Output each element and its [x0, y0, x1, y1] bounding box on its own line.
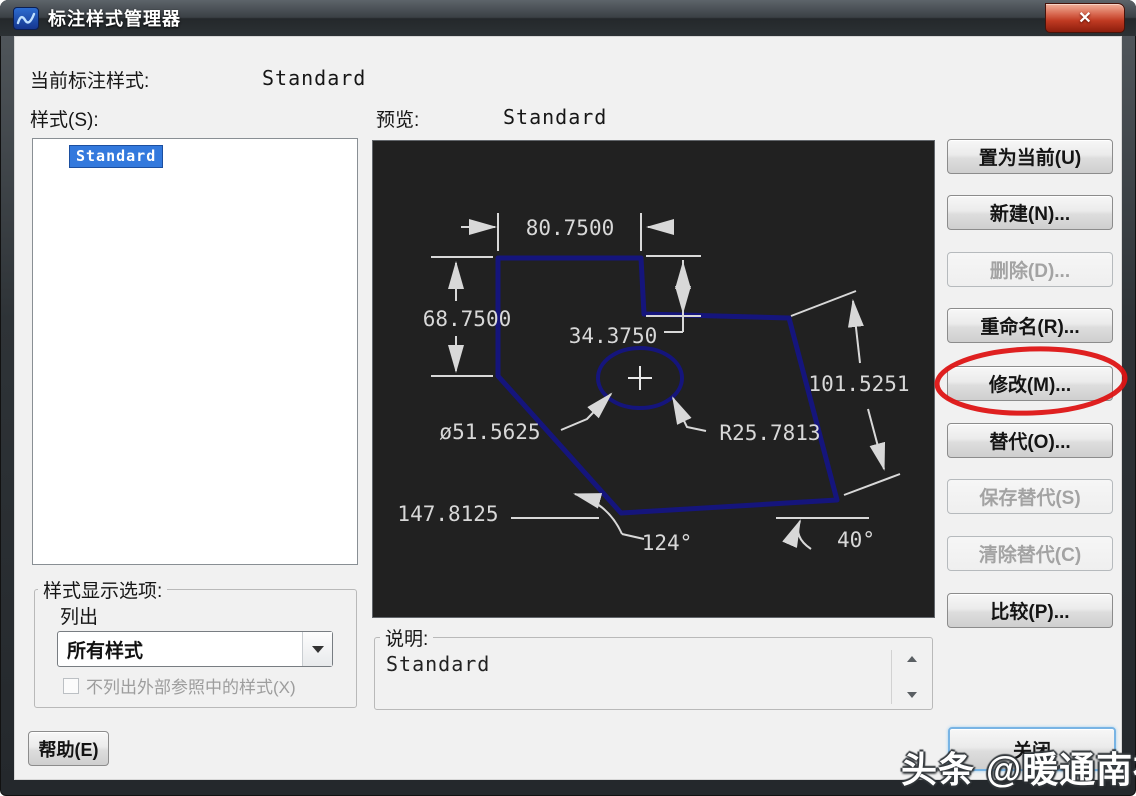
style-list[interactable]: Standard [32, 138, 358, 565]
scroll-down-icon[interactable] [907, 692, 917, 698]
scroll-up-icon[interactable] [907, 656, 917, 662]
window-title: 标注样式管理器 [48, 5, 181, 31]
hide-xref-styles-checkbox [63, 678, 79, 694]
styles-label: 样式(S): [30, 105, 99, 132]
style-list-item-standard[interactable]: Standard [69, 145, 163, 168]
dim-left: 68.7500 [423, 307, 512, 331]
preview-style-value: Standard [503, 105, 607, 129]
current-style-label: 当前标注样式: [30, 66, 149, 93]
description-scrollbar[interactable] [891, 650, 931, 704]
help-button[interactable]: 帮助(E) [28, 731, 109, 766]
center-mark-icon [628, 366, 652, 390]
title-bar[interactable]: 标注样式管理器 ✕ [0, 0, 1136, 36]
dim-angle2: 40° [837, 528, 875, 552]
app-icon [13, 7, 39, 30]
dim-radius: R25.7813 [719, 421, 820, 445]
compare-button[interactable]: 比较(P)... [947, 593, 1113, 628]
chevron-down-icon[interactable] [302, 632, 332, 666]
save-override-button: 保存替代(S) [947, 479, 1113, 514]
dim-step: 34.3750 [569, 324, 658, 348]
preview-panel: 80.7500 68.7500 34.3750 101.5251 ø51.562… [372, 140, 935, 618]
set-current-button[interactable]: 置为当前(U) [947, 139, 1113, 174]
delete-button: 删除(D)... [947, 252, 1113, 287]
modify-button[interactable]: 修改(M)... [947, 366, 1113, 401]
description-text: Standard [386, 652, 490, 676]
description-label: 说明: [380, 624, 433, 651]
hide-xref-styles-checkbox-row: 不列出外部参照中的样式(X) [63, 673, 296, 698]
dim-aligned: 101.5251 [808, 372, 909, 396]
override-button[interactable]: 替代(O)... [947, 423, 1113, 458]
close-glyph: ✕ [1078, 8, 1091, 28]
dim-bottom: 147.8125 [397, 502, 498, 526]
dimension-preview-drawing: 80.7500 68.7500 34.3750 101.5251 ø51.562… [373, 141, 934, 617]
dim-top: 80.7500 [526, 216, 615, 240]
dim-angle1: 124° [642, 531, 693, 555]
rename-button[interactable]: 重命名(R)... [947, 308, 1113, 343]
list-filter-dropdown[interactable]: 所有样式 [57, 631, 333, 667]
hide-xref-styles-label: 不列出外部参照中的样式(X) [86, 673, 296, 698]
dimension-style-manager-window: 标注样式管理器 ✕ 当前标注样式: Standard 样式(S): 预览: St… [0, 0, 1136, 796]
new-button[interactable]: 新建(N)... [947, 195, 1113, 230]
list-filter-value: 所有样式 [58, 636, 302, 663]
preview-label: 预览: [376, 105, 419, 132]
current-style-value: Standard [262, 66, 366, 90]
watermark-text: 头条 @暖通南社 [901, 741, 1136, 793]
clear-override-button: 清除替代(C) [947, 536, 1113, 571]
dialog-body: 当前标注样式: Standard 样式(S): 预览: Standard Sta… [14, 36, 1122, 780]
list-label: 列出 [60, 602, 98, 629]
style-display-options-label: 样式显示选项: [38, 576, 167, 603]
close-icon[interactable]: ✕ [1045, 3, 1125, 33]
preview-polygon [498, 258, 837, 513]
dim-diameter: ø51.5625 [439, 420, 540, 444]
